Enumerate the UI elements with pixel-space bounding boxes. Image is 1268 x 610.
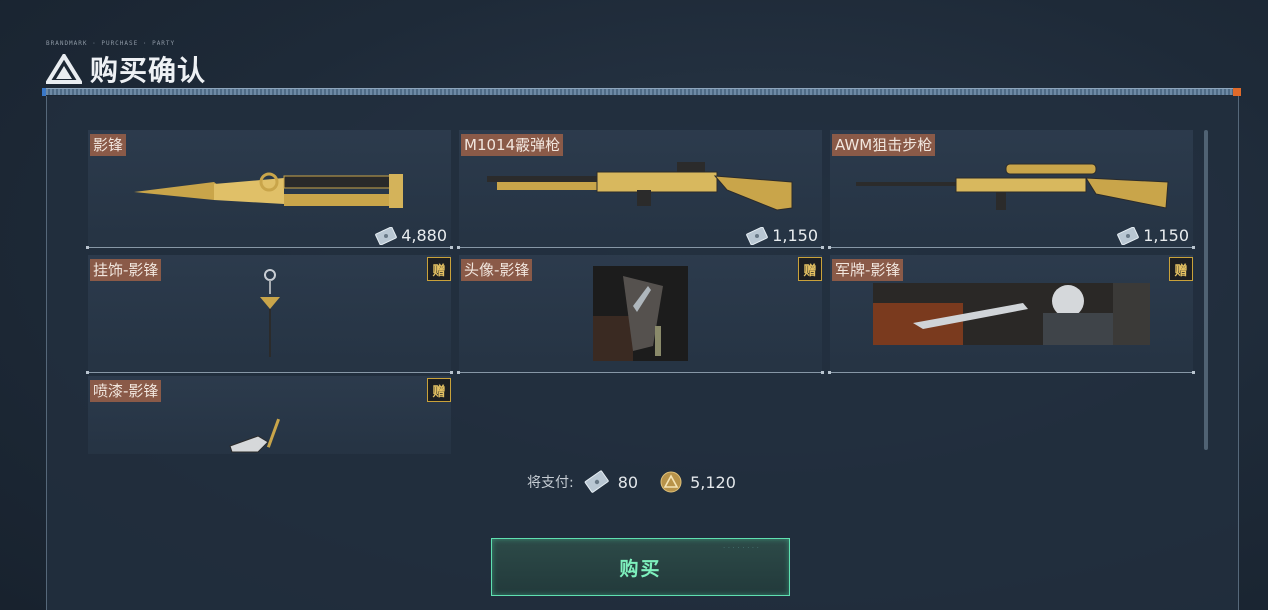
- item-card-tag[interactable]: 军牌-影锋 赠: [828, 255, 1195, 374]
- triangle-logo-icon: [46, 54, 82, 84]
- item-name: AWM狙击步枪: [832, 134, 936, 156]
- item-price: 4,880: [375, 226, 447, 245]
- item-card-avatar[interactable]: 头像-影锋 赠: [457, 255, 824, 374]
- butterfly-knife-image: [134, 172, 403, 208]
- gift-badge: 赠: [427, 257, 451, 281]
- gift-badge: 赠: [798, 257, 822, 281]
- buy-button[interactable]: · · · · · · · · 购买: [491, 538, 790, 596]
- item-card-spray[interactable]: 喷漆-影锋 赠: [88, 376, 451, 454]
- ticket-amount: 80: [617, 472, 639, 492]
- item-name: 头像-影锋: [461, 259, 533, 281]
- item-price: 1,150: [746, 226, 818, 245]
- sniper-rifle-image: [856, 163, 1169, 210]
- gift-badge: 赠: [1169, 257, 1193, 281]
- ticket-icon: [746, 226, 769, 245]
- page-header: BRANDMARK · PURCHASE · PARTY 购买确认: [46, 40, 207, 87]
- page-title: 购买确认: [90, 54, 207, 87]
- item-card-charm[interactable]: 挂饰-影锋 赠: [86, 255, 453, 374]
- shotgun-image: [487, 162, 793, 211]
- item-name: 挂饰-影锋: [90, 259, 162, 281]
- coin-amount: 5,120: [690, 472, 736, 492]
- item-card-awm[interactable]: AWM狙击步枪 1,150: [828, 130, 1195, 249]
- item-name: 军牌-影锋: [832, 259, 904, 281]
- ticket-icon: [1117, 226, 1140, 245]
- item-name: 喷漆-影锋: [90, 380, 162, 402]
- gold-coin-icon: [660, 471, 682, 493]
- scrollbar[interactable]: [1204, 130, 1208, 450]
- item-card-m1014[interactable]: M1014霰弹枪 1,150: [457, 130, 824, 249]
- payment-summary: 将支付: 80 5,120: [527, 470, 758, 494]
- ticket-icon: [375, 226, 398, 245]
- spray-image: [229, 418, 281, 453]
- item-price: 1,150: [1117, 226, 1189, 245]
- item-name: M1014霰弹枪: [461, 134, 564, 156]
- knife-charm-image: [260, 269, 280, 357]
- buy-button-label: 购买: [619, 557, 662, 580]
- payment-label: 将支付:: [527, 475, 574, 491]
- dog-tag-banner-image: [873, 283, 1150, 345]
- ticket-icon: [584, 470, 609, 493]
- header-tiny-text: BRANDMARK · PURCHASE · PARTY: [46, 40, 176, 47]
- item-card-knife[interactable]: 影锋 4,880: [86, 130, 453, 249]
- avatar-image: [593, 266, 688, 361]
- header-divider: [42, 88, 1241, 96]
- item-name: 影锋: [90, 134, 127, 156]
- gift-badge: 赠: [427, 378, 451, 402]
